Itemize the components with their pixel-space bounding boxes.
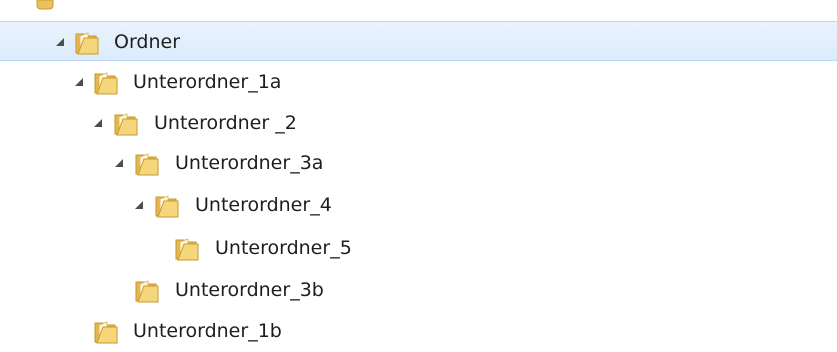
- tree-item-label: Unterordner_3b: [175, 279, 324, 301]
- tree-item-unterordner-3b[interactable]: Unterordner_3b: [0, 270, 837, 310]
- tree-item-unterordner-4[interactable]: Unterordner_4: [0, 185, 837, 225]
- tree-item-label: Unterordner_3a: [175, 152, 324, 174]
- tree-item-label: Unterordner _2: [154, 112, 297, 134]
- expanded-arrow-icon[interactable]: [55, 37, 65, 47]
- expanded-arrow-icon[interactable]: [134, 200, 144, 210]
- folder-icon: [75, 32, 99, 55]
- folder-icon: [94, 72, 118, 95]
- tree-item-label: Ordner: [114, 31, 181, 53]
- tree-item-unterordner-2[interactable]: Unterordner _2: [0, 103, 837, 143]
- tree-item-unterordner-3a[interactable]: Unterordner_3a: [0, 143, 837, 183]
- expanded-arrow-icon[interactable]: [114, 158, 124, 168]
- folder-icon: [114, 113, 138, 136]
- folder-icon: [175, 238, 199, 261]
- tree-item-label: Unterordner_4: [195, 194, 332, 216]
- tree-item-unterordner-5[interactable]: Unterordner_5: [0, 228, 837, 268]
- expanded-arrow-icon[interactable]: [74, 77, 84, 87]
- tree-item-label: Unterordner_1a: [133, 71, 282, 93]
- tree-item-label: Unterordner_1b: [133, 320, 282, 342]
- folder-icon: [155, 195, 179, 218]
- folder-tree: Ordner Unterordner_1a Unterordner _2 Unt…: [0, 0, 837, 352]
- tree-item-unterordner-1a[interactable]: Unterordner_1a: [0, 62, 837, 102]
- folder-icon: [135, 280, 159, 303]
- folder-icon: [94, 321, 118, 344]
- tree-item-ordner[interactable]: Ordner: [0, 21, 837, 61]
- folder-icon: [36, 0, 54, 10]
- expanded-arrow-icon[interactable]: [93, 118, 103, 128]
- tree-item-label: Unterordner_5: [215, 237, 352, 259]
- tree-item-unterordner-1b[interactable]: Unterordner_1b: [0, 311, 837, 351]
- folder-icon: [135, 153, 159, 176]
